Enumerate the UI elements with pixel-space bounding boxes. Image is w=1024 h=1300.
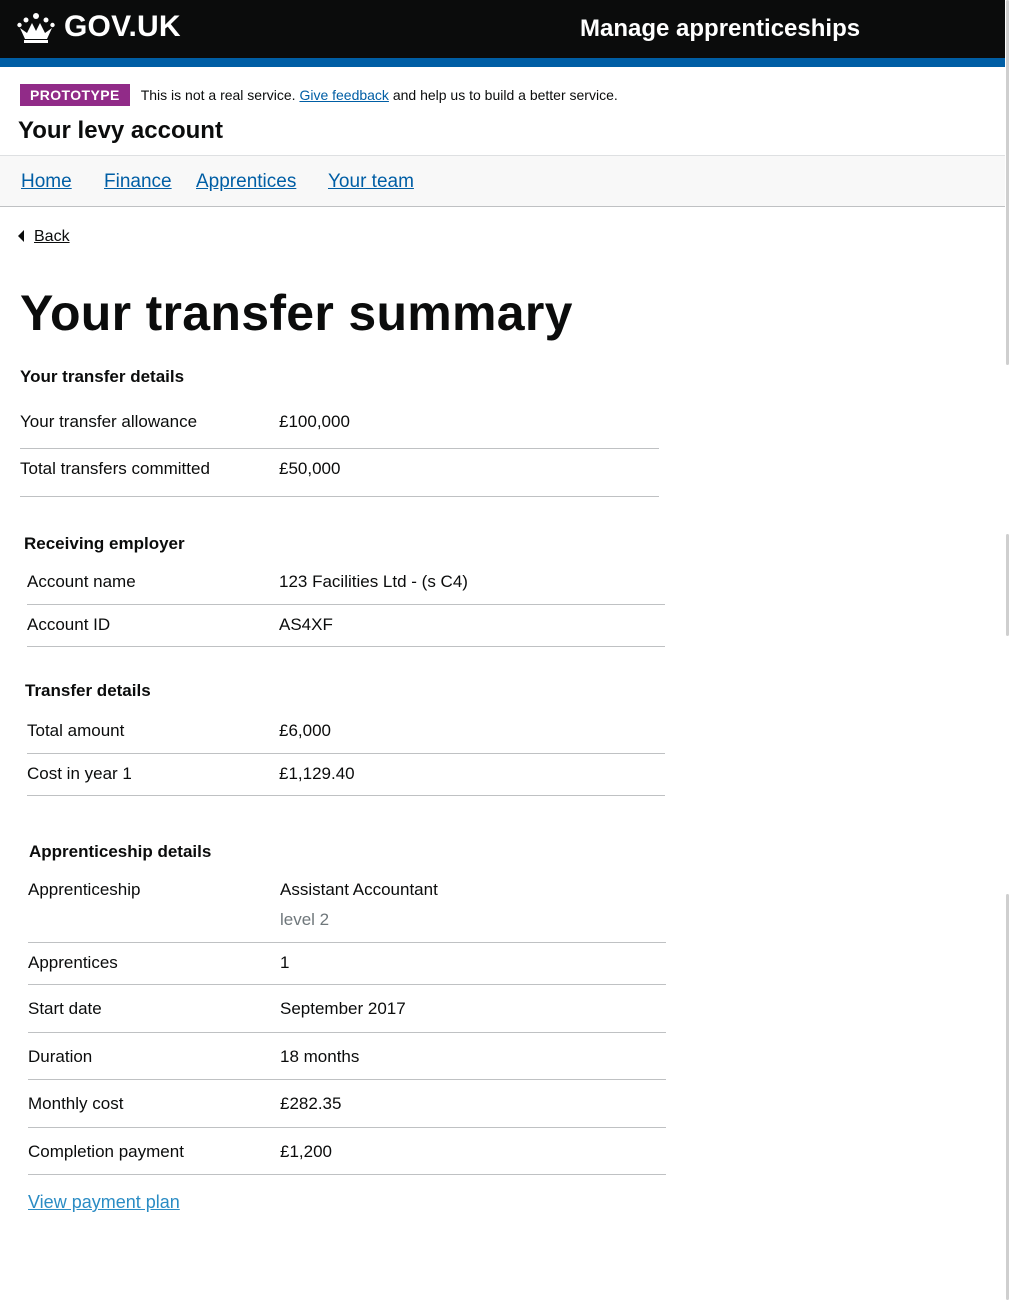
row-key: Total amount: [27, 721, 125, 740]
summary-row: Cost in year 1 £1,129.40: [27, 754, 665, 796]
global-header: GOV.UK Manage apprenticeships: [0, 0, 1005, 58]
logo-text: GOV.UK: [64, 10, 181, 43]
summary-row: Apprenticeship Assistant Accountant leve…: [28, 870, 666, 943]
row-key: Your transfer allowance: [20, 412, 198, 431]
row-key: Monthly cost: [28, 1094, 124, 1113]
nav-item-your-team[interactable]: Your team: [328, 171, 414, 193]
row-value: £6,000: [279, 721, 331, 740]
row-key: Duration: [28, 1047, 93, 1066]
row-key: Start date: [28, 999, 102, 1018]
summary-row: Completion payment £1,200: [28, 1128, 666, 1175]
row-key: Account ID: [27, 615, 111, 634]
row-value: £1,129.40: [279, 764, 355, 783]
row-value: £100,000: [279, 412, 350, 431]
row-value: £282.35: [280, 1094, 342, 1113]
service-name-link[interactable]: Manage apprenticeships: [580, 15, 860, 43]
back-link-label: Back: [34, 228, 70, 245]
row-key: Account name: [27, 572, 136, 591]
phase-text-after: and help us to build a better service.: [392, 87, 618, 103]
apprenticeship-level: level 2: [280, 910, 330, 929]
scrollbar-segment: [1006, 534, 1009, 636]
back-link[interactable]: Back: [18, 228, 70, 246]
phase-banner: PROTOTYPE This is not a real service. Gi…: [20, 84, 618, 106]
row-value: September 2017: [280, 999, 406, 1018]
row-value: 18 months: [280, 1047, 360, 1066]
apprenticeship-name: Assistant Accountant: [280, 880, 438, 899]
row-key: Completion payment: [28, 1142, 184, 1161]
row-key: Apprentices: [28, 953, 118, 972]
view-payment-plan-link[interactable]: View payment plan: [28, 1192, 180, 1213]
section-heading-receiving-employer: Receiving employer: [24, 534, 185, 553]
main-navigation: Home Finance Apprentices Your team: [0, 155, 1005, 207]
summary-row: Start date September 2017: [28, 985, 666, 1033]
section-heading-apprenticeship-details: Apprenticeship details: [29, 842, 212, 861]
section-heading-your-transfer-details: Your transfer details: [20, 367, 185, 386]
header-stripe: [0, 58, 1005, 67]
row-value: £1,200: [280, 1142, 332, 1161]
row-value: Assistant Accountant level 2: [280, 880, 438, 930]
nav-item-home[interactable]: Home: [21, 171, 72, 193]
phase-text-before: This is not a real service.: [140, 87, 296, 103]
summary-row: Total amount £6,000: [27, 711, 665, 754]
scrollbar-thumb[interactable]: [1006, 0, 1009, 365]
summary-row: Total transfers committed £50,000: [20, 449, 659, 497]
row-key: Cost in year 1: [27, 764, 132, 783]
section-heading-transfer-details: Transfer details: [25, 681, 151, 700]
row-key: Total transfers committed: [20, 459, 210, 478]
row-value: £50,000: [279, 459, 341, 478]
back-arrow-icon: [18, 230, 24, 242]
govuk-logo-link[interactable]: GOV.UK: [16, 10, 181, 44]
give-feedback-link[interactable]: Give feedback: [299, 87, 389, 103]
summary-row: Account name 123 Facilities Ltd - (s C4): [27, 562, 665, 605]
row-value: 1: [280, 953, 290, 972]
nav-item-apprentices[interactable]: Apprentices: [196, 171, 296, 193]
summary-row: Apprentices 1: [28, 943, 666, 985]
account-title: Your levy account: [18, 117, 223, 144]
scrollbar-segment: [1006, 894, 1009, 1300]
row-value: 123 Facilities Ltd - (s C4): [279, 572, 468, 591]
summary-row: Monthly cost £282.35: [28, 1080, 666, 1128]
summary-row: Account ID AS4XF: [27, 605, 665, 647]
page-title: Your transfer summary: [20, 285, 573, 341]
row-value: AS4XF: [279, 615, 333, 634]
row-key: Apprenticeship: [28, 880, 141, 899]
crown-icon: [17, 13, 55, 43]
summary-row: Duration 18 months: [28, 1033, 666, 1080]
phase-text: This is not a real service. Give feedbac…: [141, 87, 618, 103]
nav-item-finance[interactable]: Finance: [104, 171, 172, 193]
phase-tag: PROTOTYPE: [20, 84, 130, 106]
summary-row: Your transfer allowance £100,000: [20, 402, 659, 449]
